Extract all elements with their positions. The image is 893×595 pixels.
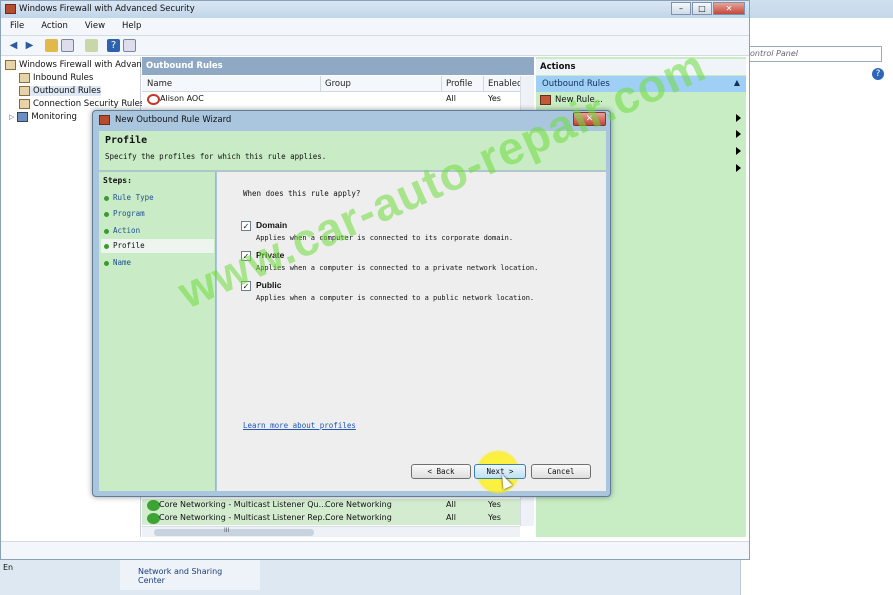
tree-root[interactable]: Windows Firewall with Advance [5,60,152,70]
list-header: Name Group Profile Enabled [142,76,522,92]
toolbar: ◀ ▶ ? [1,36,749,56]
status-bar [1,541,749,559]
wizard-header: Profile Specify the profiles for which t… [99,131,606,171]
network-sharing-center-link[interactable]: Network and Sharing Center [120,560,260,590]
tree-item-inbound-rules[interactable]: Inbound Rules [19,73,93,83]
step-dot-icon [104,229,109,234]
tree-item-connection-security-rules[interactable]: Connection Security Rules [19,99,144,109]
domain-checkbox[interactable]: ✓ [241,221,251,231]
column-name[interactable]: Name [147,79,172,89]
monitor-icon [17,112,29,122]
wizard-title: New Outbound Rule Wizard [115,115,232,125]
list-horizontal-scrollbar[interactable]: III [142,526,520,537]
column-profile[interactable]: Profile [446,79,472,89]
wizard-heading: Profile [105,135,148,146]
actions-title: Actions [536,59,746,75]
domain-label: Domain [256,220,288,230]
expand-icon[interactable]: ▷ [9,113,14,121]
help-toolbar-icon[interactable]: ? [107,39,120,52]
private-checkbox[interactable]: ✓ [241,251,251,261]
new-rule-icon [540,95,551,105]
menu-help[interactable]: Help [113,18,149,35]
forward-arrow-icon[interactable]: ▶ [23,39,36,52]
wizard-titlebar: New Outbound Rule Wizard [95,112,608,130]
blocked-icon [147,94,160,105]
learn-more-link[interactable]: Learn more about profiles [243,421,356,430]
wizard-close-button[interactable]: ✕ [573,112,606,126]
submenu-arrow-icon[interactable] [736,130,741,138]
steps-label: Steps: [103,176,132,185]
language-indicator[interactable]: En [0,558,120,595]
wizard-subheading: Specify the profiles for which this rule… [105,152,327,161]
security-rules-icon [19,99,30,109]
maximize-button[interactable]: □ [692,2,712,15]
scrollbar-thumb[interactable]: III [154,527,314,536]
close-button[interactable]: ✕ [713,2,745,15]
public-checkbox[interactable]: ✓ [241,281,251,291]
submenu-arrow-icon[interactable] [736,164,741,172]
back-button[interactable]: < Back [411,464,471,479]
control-panel-window [740,18,893,595]
table-row[interactable]: Core Networking - Multicast Listener Qu.… [142,499,520,512]
submenu-arrow-icon[interactable] [736,114,741,122]
tree-item-monitoring[interactable]: ▷ Monitoring [9,112,77,122]
column-group[interactable]: Group [325,79,351,89]
minimize-button[interactable]: – [671,2,691,15]
menu-bar: File Action View Help [1,18,749,36]
submenu-arrow-icon[interactable] [736,147,741,155]
table-row[interactable]: Alison AOC All Yes [142,93,520,106]
public-description: Applies when a computer is connected to … [256,294,535,302]
step-program[interactable]: Program [101,207,214,221]
firewall-icon [5,4,16,14]
step-dot-icon [104,212,109,217]
window-title: Windows Firewall with Advanced Security [19,4,195,14]
export-list-icon[interactable] [85,39,98,52]
column-enabled[interactable]: Enabled [488,79,522,89]
list-title: Outbound Rules [142,57,534,75]
firewall-titlebar: Windows Firewall with Advanced Security … [1,1,749,18]
tree-item-outbound-rules[interactable]: Outbound Rules [19,86,101,96]
step-action[interactable]: Action [101,224,214,238]
menu-view[interactable]: View [76,18,113,35]
firewall-icon [99,115,110,125]
private-label: Private [256,250,285,260]
up-folder-icon[interactable] [45,39,58,52]
rules-icon [19,73,30,83]
step-dot-icon [104,244,109,249]
wizard-question: When does this rule apply? [243,189,361,198]
back-arrow-icon[interactable]: ◀ [7,39,20,52]
show-hide-action-pane-icon[interactable] [123,39,136,52]
public-label: Public [256,280,282,290]
rules-icon [19,86,30,96]
new-rule-action[interactable]: New Rule... [540,95,603,105]
step-dot-icon [104,196,109,201]
step-profile[interactable]: Profile [101,239,214,253]
wizard-steps: Steps: Rule Type Program Action Profile … [99,172,216,491]
menu-action[interactable]: Action [32,18,76,35]
cancel-button[interactable]: Cancel [531,464,591,479]
step-dot-icon [104,261,109,266]
collapse-icon[interactable]: ▲ [734,78,740,87]
actions-section-outbound-rules[interactable]: Outbound Rules ▲ [536,76,746,92]
show-hide-tree-icon[interactable] [61,39,74,52]
table-row[interactable]: Core Networking - Multicast Listener Rep… [142,512,520,525]
step-rule-type[interactable]: Rule Type [101,191,214,205]
firewall-icon [5,60,16,70]
step-name[interactable]: Name [101,256,214,270]
control-panel-search-input[interactable]: ontrol Panel [746,46,882,62]
private-description: Applies when a computer is connected to … [256,264,539,272]
domain-description: Applies when a computer is connected to … [256,234,514,242]
menu-file[interactable]: File [1,18,32,35]
help-icon[interactable]: ? [872,68,884,80]
